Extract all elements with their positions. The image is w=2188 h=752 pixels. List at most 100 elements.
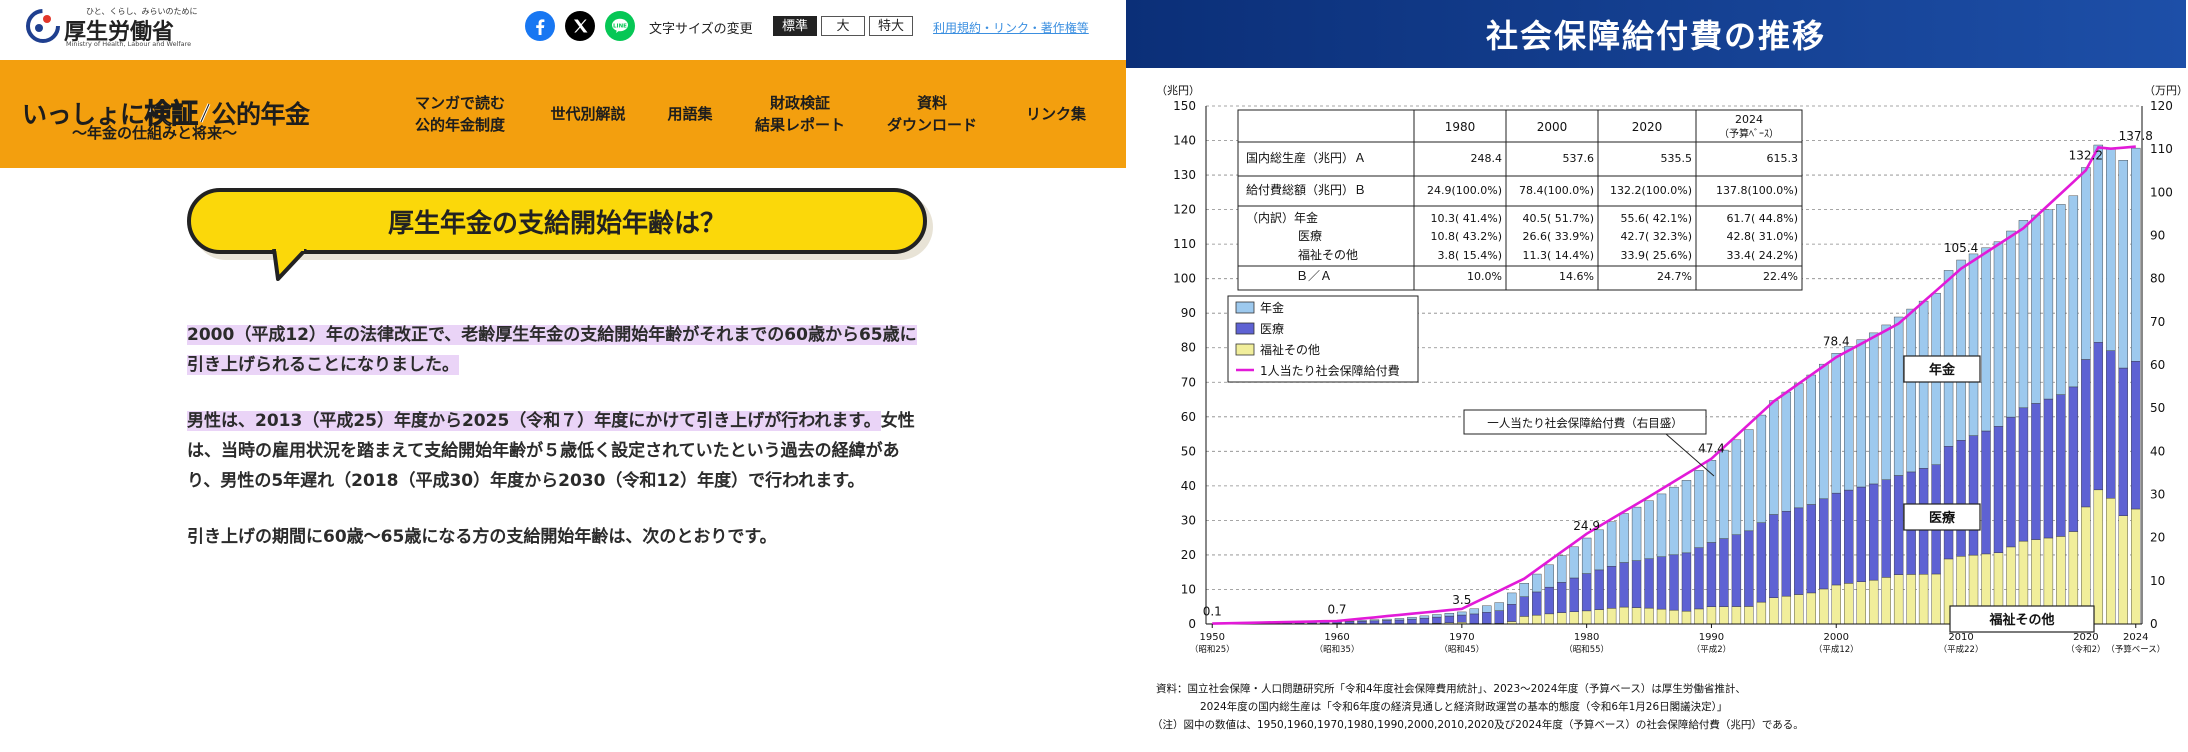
paragraph-schedule: 男性は、2013（平成25）年度から2025（令和７）年度にかけて引き上げが行わ… xyxy=(187,406,927,496)
bar-welfare xyxy=(1819,588,1829,625)
bar-medical xyxy=(1719,538,1729,607)
legend-swatch xyxy=(1235,322,1255,335)
nav-item-generation[interactable]: 世代別解説 xyxy=(540,84,636,144)
bar-medical xyxy=(1893,475,1904,575)
callout-label: 一人当たり社会保障給付費（右目盛） xyxy=(1487,416,1683,430)
bar-medical xyxy=(1956,440,1966,557)
y-tick-right: 0 xyxy=(2150,617,2158,631)
y-tick-left: 100 xyxy=(1173,272,1196,286)
paragraph-law-revision: 2000（平成12）年の法律改正で、老齢厚生年金の支給開始年齢がそれまでの60歳… xyxy=(187,320,927,380)
data-label: 105.4 xyxy=(1944,241,1978,255)
bar-pension xyxy=(1594,529,1604,571)
bar-welfare xyxy=(1756,601,1767,625)
y-tick-left: 80 xyxy=(1181,341,1196,355)
legend-label: 1人当たり社会保障給付費 xyxy=(1260,363,1400,378)
y-tick-right: 120 xyxy=(2150,99,2173,113)
x-tick-sublabel: （昭和55） xyxy=(1564,644,1609,655)
bar-pension xyxy=(1519,583,1529,597)
x-tick-label: 2020 xyxy=(2073,632,2098,643)
bar-medical xyxy=(1382,620,1392,625)
bar-welfare xyxy=(1918,574,1929,625)
data-label: 24.9 xyxy=(1573,519,1600,533)
bar-pension xyxy=(1956,259,1966,441)
bar-welfare xyxy=(1931,573,1941,625)
nav-item-manga[interactable]: マンガで読む 公的年金制度 xyxy=(400,84,520,144)
left-panel: ひと、くらし、みらいのために 厚生労働省 Ministry of Health,… xyxy=(0,0,1126,752)
bar-pension xyxy=(2006,230,2016,418)
bar-welfare xyxy=(1556,612,1567,625)
bar-medical xyxy=(1407,618,1417,624)
table-cell: 535.5 xyxy=(1661,152,1693,165)
bar-medical xyxy=(1432,616,1442,624)
bar-medical xyxy=(1419,617,1430,624)
x-tick-sublabel: （昭和35） xyxy=(1315,644,1360,655)
nav-item-glossary[interactable]: 用語集 xyxy=(652,84,728,144)
line-share-button[interactable]: LINE xyxy=(605,11,635,41)
bar-pension xyxy=(1744,429,1754,532)
ministry-logo[interactable]: ひと、くらし、みらいのために 厚生労働省 Ministry of Health,… xyxy=(24,6,224,50)
bar-medical xyxy=(1806,504,1816,594)
data-table-box xyxy=(1237,109,1803,291)
legend-label: 医療 xyxy=(1260,322,1284,336)
bar-medical xyxy=(1681,552,1692,612)
x-share-button[interactable] xyxy=(565,11,595,41)
bar-pension xyxy=(1581,537,1592,574)
bar-welfare xyxy=(1606,608,1617,625)
bar-pension xyxy=(1444,613,1455,617)
bar-medical xyxy=(2006,416,2016,548)
bar-medical xyxy=(2031,403,2041,540)
bar-pension xyxy=(1781,391,1792,512)
chart-note: 2024年度の国内総生産は「令和6年度の経済見通しと経済財政運営の基本的態度（令… xyxy=(1200,700,1727,713)
table-header-sub: （予算ﾍﾞｰｽ） xyxy=(1719,127,1779,140)
bar-medical xyxy=(1943,446,1954,560)
table-header: 2024 xyxy=(1735,113,1763,126)
font-size-standard-button[interactable]: 標準 xyxy=(773,16,817,36)
highlight-law-revision: 2000（平成12）年の法律改正で、老齢厚生年金の支給開始年齢がそれまでの60歳… xyxy=(187,325,917,375)
bar-pension xyxy=(1644,500,1654,559)
font-size-large-button[interactable]: 大 xyxy=(821,16,865,36)
line-icon: LINE xyxy=(605,11,635,41)
table-header: 2020 xyxy=(1632,120,1663,134)
bar-medical xyxy=(1744,530,1754,607)
series-label: 年金 xyxy=(1929,362,1956,378)
data-label: 0.7 xyxy=(1327,603,1346,617)
bar-medical xyxy=(1644,558,1654,609)
table-row-label: （内訳）年金 xyxy=(1246,210,1318,225)
bar-medical xyxy=(2081,359,2091,508)
x-tick-sublabel: （平成12） xyxy=(1814,644,1859,655)
bar-medical xyxy=(1769,514,1779,598)
facebook-share-button[interactable] xyxy=(525,11,555,41)
bar-pension xyxy=(1457,611,1467,616)
x-tick-sublabel: （昭和45） xyxy=(1439,644,1484,655)
bar-medical xyxy=(1619,562,1629,608)
bar-pension xyxy=(1382,618,1392,621)
data-label: 0.1 xyxy=(1203,605,1222,619)
data-label: 3.5 xyxy=(1452,593,1471,607)
facebook-icon xyxy=(525,11,555,41)
nav-item-download[interactable]: 資料 ダウンロード xyxy=(876,84,988,144)
y-tick-left: 150 xyxy=(1173,99,1196,113)
bar-pension xyxy=(2081,167,2091,360)
terms-links-copyright-link[interactable]: 利用規約・リンク・著作権等 xyxy=(933,19,1089,36)
y-tick-right: 60 xyxy=(2150,358,2165,372)
bar-pension xyxy=(1357,620,1367,622)
bar-medical xyxy=(1968,435,1979,556)
bar-medical xyxy=(1756,522,1767,603)
bar-medical xyxy=(1581,573,1592,612)
table-cell: 42.8( 31.0%) xyxy=(1726,230,1798,243)
bar-medical xyxy=(1844,489,1854,584)
bar-pension xyxy=(1881,324,1891,480)
table-row-label: 福祉その他 xyxy=(1298,247,1358,262)
bar-pension xyxy=(1631,506,1642,561)
bar-pension xyxy=(1756,414,1767,523)
bar-pension xyxy=(1993,241,2004,427)
table-cell: 24.9(100.0%) xyxy=(1427,184,1502,197)
nav-item-links[interactable]: リンク集 xyxy=(1006,84,1106,144)
bar-welfare xyxy=(1856,581,1866,625)
nav-item-financial-report[interactable]: 財政検証 結果レポート xyxy=(744,84,856,144)
font-size-xlarge-button[interactable]: 特大 xyxy=(869,16,913,36)
bar-medical xyxy=(1494,610,1504,624)
bar-pension xyxy=(1469,608,1480,615)
chart-figure: 社会保障給付費の推移 （兆円） （万円） 0 10 20 30 40 50 60 70 80 90 10… xyxy=(1126,0,2188,752)
bar-medical xyxy=(1556,582,1567,613)
